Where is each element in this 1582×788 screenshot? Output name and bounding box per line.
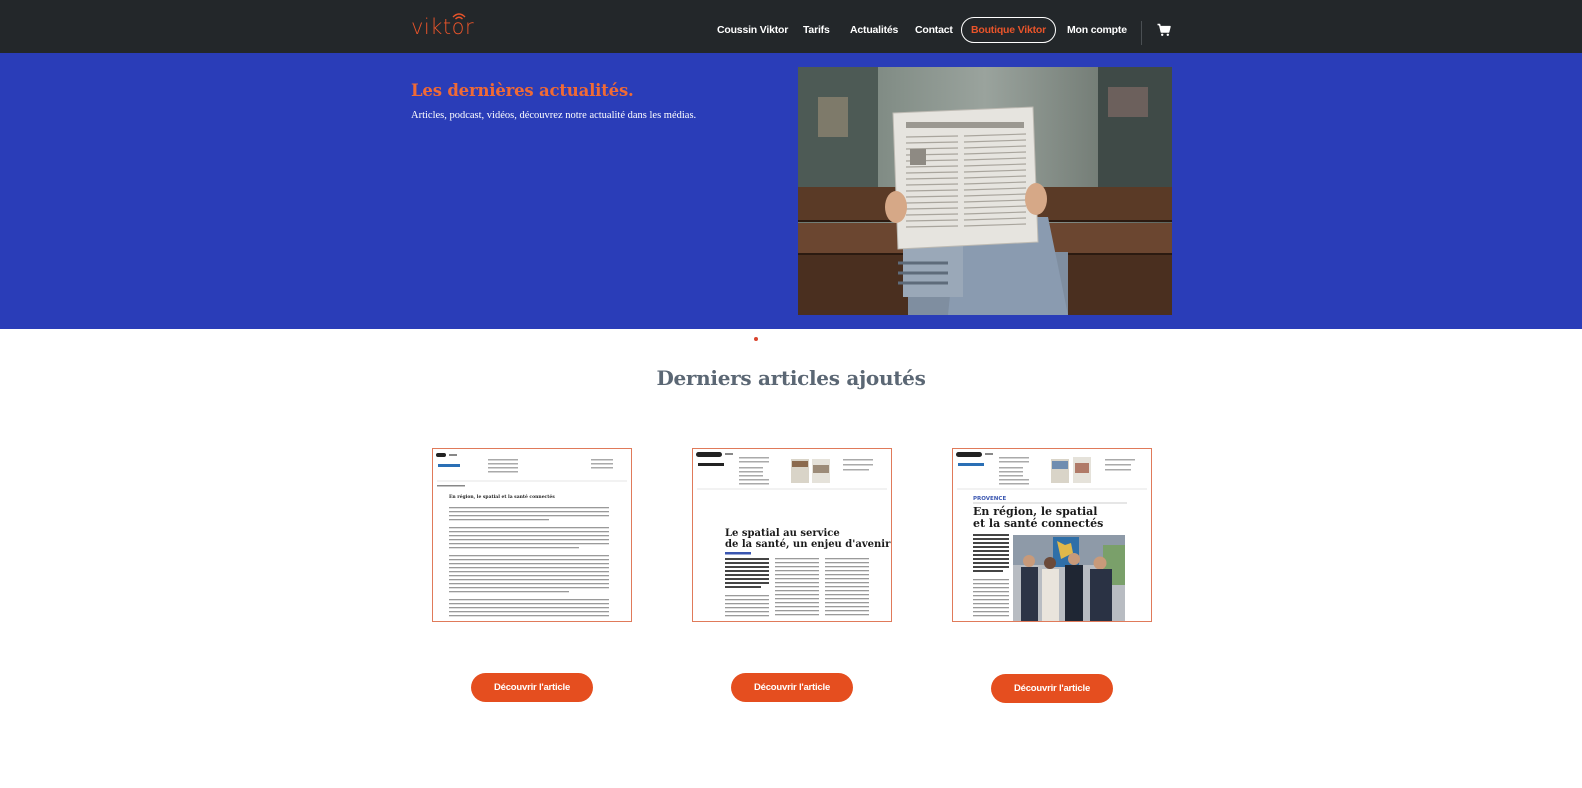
site-header: viktor Coussin Viktor Tarifs Actualités … xyxy=(0,0,1582,53)
article-card[interactable]: PROVENCE En région, le spatial et la san… xyxy=(952,448,1152,622)
nav-divider xyxy=(1141,21,1142,45)
nav-item-account[interactable]: Mon compte xyxy=(1067,17,1127,43)
viktor-logo[interactable]: viktor xyxy=(411,11,474,41)
carousel-dot[interactable] xyxy=(754,337,758,341)
svg-text:et la santé connectés: et la santé connectés xyxy=(973,517,1103,530)
wifi-icon xyxy=(452,13,466,20)
svg-text:Le spatial au service: Le spatial au service xyxy=(725,528,840,539)
section-title: Derniers articles ajoutés xyxy=(656,366,926,390)
article-card[interactable]: Le spatial au service de la santé, un en… xyxy=(692,448,892,622)
nav-item-tarifs[interactable]: Tarifs xyxy=(803,17,830,43)
hero-banner: Les dernières actualités. Articles, podc… xyxy=(0,53,1582,329)
nav-item-contact[interactable]: Contact xyxy=(915,17,953,43)
hero-title: Les dernières actualités. xyxy=(411,81,634,100)
discover-article-button[interactable]: Découvrir l'article xyxy=(731,673,853,702)
discover-article-button[interactable]: Découvrir l'article xyxy=(991,674,1113,703)
hero-subtitle: Articles, podcast, vidéos, découvrez not… xyxy=(411,110,697,121)
svg-text:de la santé, un enjeu d'avenir: de la santé, un enjeu d'avenir xyxy=(725,539,891,550)
boutique-button[interactable]: Boutique Viktor xyxy=(961,17,1056,43)
article-card[interactable]: En région, le spatial et la santé connec… xyxy=(432,448,632,622)
hero-photo xyxy=(798,67,1172,315)
article-headline: En région, le spatial et la santé connec… xyxy=(449,493,555,500)
nav-item-coussin[interactable]: Coussin Viktor xyxy=(717,17,788,43)
cart-icon[interactable] xyxy=(1157,23,1171,37)
nav-item-actualites[interactable]: Actualités xyxy=(850,17,898,43)
svg-text:PROVENCE: PROVENCE xyxy=(973,496,1006,502)
discover-article-button[interactable]: Découvrir l'article xyxy=(471,673,593,702)
